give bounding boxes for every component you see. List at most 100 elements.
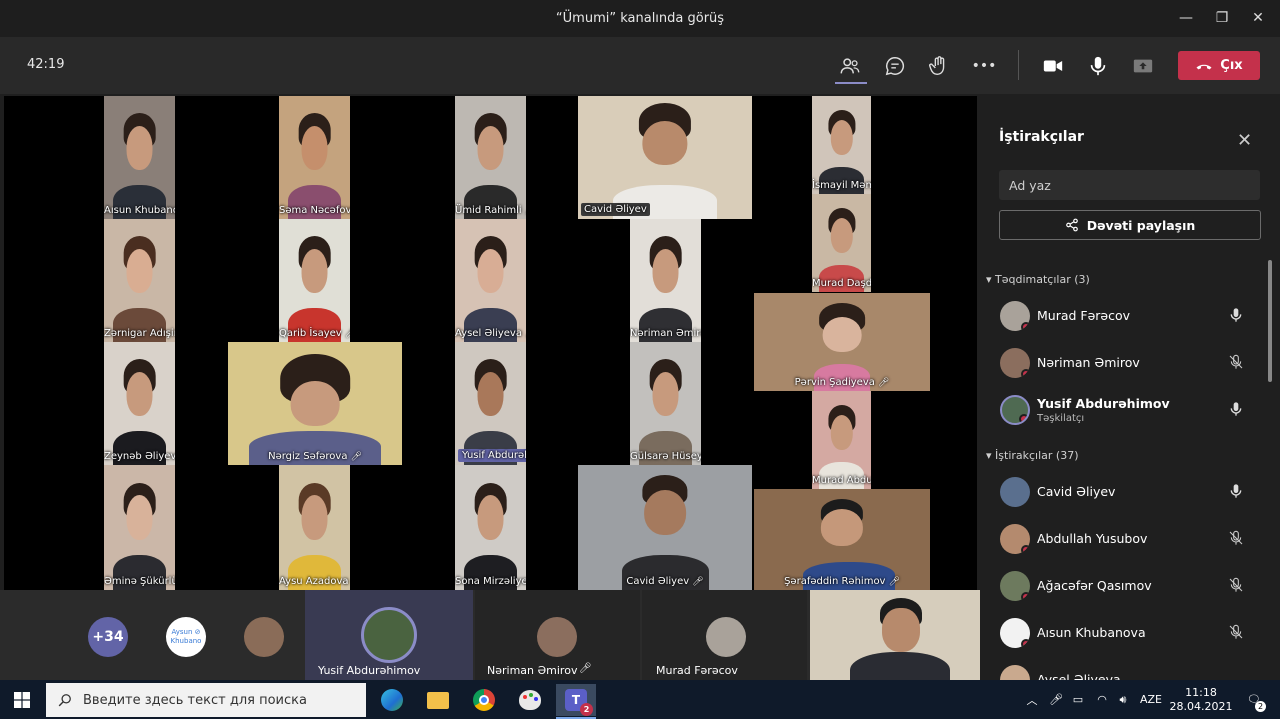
video-tile[interactable]: Aısun Khubanova🎤︎ [104,96,175,219]
mic-off-icon [1229,530,1243,545]
start-button[interactable] [0,680,44,719]
avatar [1000,477,1030,507]
avatar[interactable]: Aysun ⊘ Khubano [166,617,206,657]
mic-off-icon [1229,354,1243,369]
more-options-button[interactable]: ••• [969,51,999,81]
tray-device-icon[interactable]: ▭ [1069,680,1087,719]
reactions-button[interactable] [924,51,954,81]
avatar [361,607,417,663]
participant-name: Nəriman Əmirov [487,664,578,677]
panel-title: İştirakçılar [999,129,1084,145]
wifi-icon[interactable]: ◠ [1093,680,1111,719]
participant-name: Aısun Khubanova [1037,625,1146,640]
video-tile[interactable]: Zeynəb Əliyeva🎤︎ [104,342,175,465]
video-tile[interactable]: Gülsarə Hüseynzadə🎤︎ [630,342,701,465]
close-window-button[interactable]: ✕ [1246,8,1270,28]
participant-name: Qarib İsayev🎤︎ [279,328,350,339]
strip-tile[interactable]: Nəriman Əmirov 🎤︎ [475,590,640,680]
participant-strip: +34 Aysun ⊘ Khubano Yusif Abdurəhimov Nə… [0,590,980,680]
camera-button[interactable] [1038,51,1068,81]
panel-scrollbar[interactable] [1268,260,1272,382]
video-tile[interactable]: Şərafəddin Rəhimov 🎤︎ [754,489,930,590]
notification-badge: 2 [1255,701,1266,712]
share-screen-button[interactable] [1128,51,1158,81]
chrome-taskbar-button[interactable] [464,684,504,716]
participants-button[interactable] [835,51,865,81]
participant-search-input[interactable]: Ad yaz [999,170,1260,200]
participant-row[interactable]: Cavid Əliyev [999,476,1261,508]
language-indicator[interactable]: AZE [1137,680,1165,719]
participant-row[interactable]: Aysel Əliyeva [999,664,1261,680]
mic-icon: 🎤︎ [350,452,362,462]
microphone-button[interactable] [1083,51,1113,81]
volume-icon[interactable]: 🔊︎ [1114,680,1132,719]
tray-chevron-icon[interactable]: ︿ [1023,680,1041,719]
video-tile[interactable]: Murad Abdurəhimov🎤︎ [812,391,871,489]
presenters-section-header[interactable]: ▾ Təqdimatçılar (3) [986,273,1090,286]
video-tile[interactable]: Nərgiz Səfərova 🎤︎ [228,342,402,465]
tray-mic-icon[interactable]: 🎤︎ [1047,680,1065,719]
participant-role: Təşkilatçı [1037,413,1085,424]
video-tile[interactable]: Aysu Azadova🎤︎ [279,465,350,590]
video-tile[interactable]: Cavid Əliyev [578,96,752,219]
video-tile[interactable]: Ümid Rahimli🎤︎ [455,96,526,219]
notification-center-button[interactable]: 🗨︎ 2 [1238,680,1270,719]
share-icon [1065,218,1078,232]
people-icon [840,58,860,74]
video-tile[interactable]: Pərvin Şadiyeva 🎤︎ [754,293,930,391]
avatar [537,617,577,657]
taskbar-clock[interactable]: 11:18 28.04.2021 [1170,680,1233,719]
strip-tile[interactable]: Murad Fərəcov [642,590,807,680]
teams-taskbar-button[interactable]: T2 [556,684,596,716]
video-grid: Aısun Khubanova🎤︎ Zərnigar Adışirinova🎤︎… [4,96,977,590]
participant-name: Aysel Əliyeva🎤︎ [455,328,526,339]
video-tile[interactable]: İsmayil Məmmədov🎤︎ [812,96,871,194]
close-panel-icon[interactable]: ✕ [1237,130,1252,151]
explorer-taskbar-button[interactable] [418,684,458,716]
share-invite-button[interactable]: Dəvəti paylaşın [999,210,1261,240]
participants-panel: İştirakçılar ✕ Ad yaz Dəvəti paylaşın ▾ … [980,96,1280,680]
participant-row[interactable]: Ağacəfər Qasımov [999,570,1261,602]
video-tile[interactable]: Qarib İsayev🎤︎ [279,219,350,342]
minimize-button[interactable]: — [1174,8,1198,28]
participant-row[interactable]: Yusif Abdurəhimov Təşkilatçı [999,394,1261,426]
leave-button[interactable]: Çıx [1178,51,1260,80]
self-video-tile[interactable] [810,590,980,680]
video-tile[interactable]: Sona Mirzəliyeva🎤︎ [455,465,526,590]
participant-row[interactable]: Murad Fərəcov [999,300,1261,332]
participant-row[interactable]: Aısun Khubanova [999,617,1261,649]
video-tile[interactable]: Zərnigar Adışirinova🎤︎ [104,219,175,342]
teams-badge: 2 [580,703,593,716]
participant-name: Səma Nəcəfova🎤︎ [279,205,350,216]
video-tile[interactable]: Əminə Şükürlü🎤︎ [104,465,175,590]
participant-row[interactable]: Nəriman Əmirov [999,347,1261,379]
mic-off-icon [1229,624,1243,639]
video-tile[interactable]: Yusif Abdurəhimov [455,342,526,465]
overflow-count-button[interactable]: +34 [88,617,128,657]
maximize-button[interactable]: ❐ [1210,8,1234,28]
mic-icon: 🎤︎ [888,577,900,587]
video-tile[interactable]: Səma Nəcəfova🎤︎ [279,96,350,219]
video-tile[interactable]: Nəriman Əmirov🎤︎ [630,219,701,342]
attendees-section-header[interactable]: ▾ İştirakçılar (37) [986,449,1079,462]
participant-row[interactable]: Abdullah Yusubov [999,523,1261,555]
search-icon [58,694,71,707]
paint-taskbar-button[interactable] [510,684,550,716]
edge-taskbar-button[interactable] [372,684,412,716]
taskbar-search-input[interactable]: Введите здесь текст для поиска [46,683,366,717]
windows-logo-icon [14,691,30,708]
participant-name: Cavid Əliyev 🎤︎ [626,576,704,587]
mic-icon: 🎤︎ [692,577,704,587]
mic-icon [1230,402,1242,416]
participant-name: Murad Abdurəhimov🎤︎ [812,475,871,486]
share-tray-icon [1133,59,1153,73]
chat-button[interactable] [880,51,910,81]
video-tile[interactable]: Cavid Əliyev 🎤︎ [578,465,752,590]
participant-name: İsmayil Məmmədov🎤︎ [812,180,871,191]
video-tile[interactable]: Murad Daşdəmirov🎤︎ [812,194,871,292]
camera-icon [1043,60,1063,72]
participant-name: Yusif Abdurəhimov [1037,396,1170,411]
strip-tile[interactable]: Yusif Abdurəhimov [305,590,473,680]
video-tile[interactable]: Aysel Əliyeva🎤︎ [455,219,526,342]
avatar[interactable] [244,617,284,657]
